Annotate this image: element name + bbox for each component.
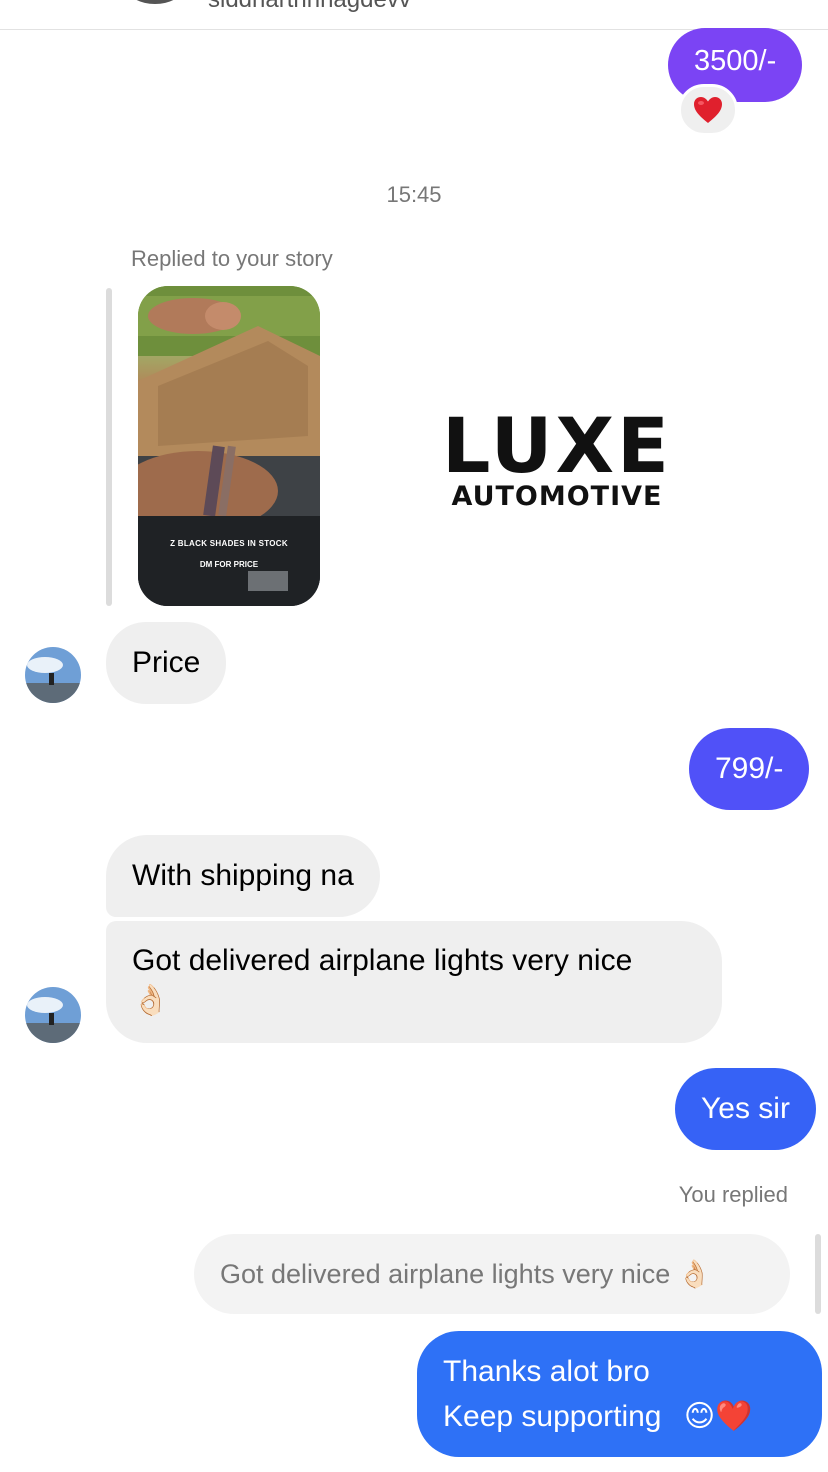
ok-hand-emoji: 👌🏻 (677, 1259, 712, 1289)
quoted-text: Got delivered airplane lights very nice (220, 1259, 671, 1289)
ok-hand-emoji: 👌🏻 (132, 984, 170, 1017)
quoted-reply-message[interactable]: Got delivered airplane lights very nice … (194, 1234, 790, 1314)
message-text: 799/- (715, 752, 784, 785)
sent-message-yes-sir[interactable]: Yes sir (675, 1068, 816, 1150)
message-text: Price (132, 646, 201, 679)
received-message-price[interactable]: Price (106, 622, 227, 704)
logo-sub-text: AUTOMOTIVE (451, 481, 663, 512)
replied-to-story-label: Replied to your story (131, 246, 333, 271)
story-reply-bar (106, 288, 112, 606)
story-thumbnail[interactable]: Z BLACK SHADES IN STOCK DM FOR PRICE (138, 286, 320, 606)
received-message-with-shipping[interactable]: With shipping na (106, 835, 380, 917)
sent-message-price-799[interactable]: 799/- (689, 728, 810, 810)
smile-heart-emoji: 😊❤️ (683, 1400, 753, 1433)
story-caption-line2: DM FOR PRICE (199, 560, 259, 569)
message-text-line1: Thanks alot bro (443, 1355, 650, 1388)
luxe-automotive-logo: LUXE AUTOMOTIVE (442, 408, 672, 512)
message-text: Got delivered airplane lights very nice (132, 944, 633, 977)
message-text: With shipping na (132, 859, 354, 892)
reply-bar (815, 1234, 821, 1314)
heart-icon (694, 97, 722, 123)
received-message-got-delivered[interactable]: Got delivered airplane lights very nice … (106, 921, 722, 1043)
message-text: Yes sir (701, 1092, 790, 1125)
story-caption-line1: Z BLACK SHADES IN STOCK (170, 539, 288, 548)
header-username[interactable]: siddharthhhagdevv (208, 0, 411, 14)
message-text: 3500/- (694, 45, 777, 77)
sender-avatar[interactable] (25, 987, 81, 1043)
sender-avatar[interactable] (25, 647, 81, 703)
heart-reaction[interactable] (678, 84, 738, 136)
header-avatar[interactable] (128, 0, 182, 4)
message-text-line2: Keep supporting (443, 1400, 662, 1433)
message-line2-row: Keep supporting 😊❤️ (443, 1395, 796, 1439)
story-image (138, 286, 320, 606)
avatar-photo (25, 647, 81, 703)
message-timestamp: 15:45 (386, 182, 442, 207)
sent-message-thanks[interactable]: Thanks alot bro Keep supporting 😊❤️ (417, 1331, 822, 1457)
you-replied-label: You replied (678, 1182, 788, 1207)
logo-main-text: LUXE (442, 401, 672, 490)
avatar-photo (25, 987, 81, 1043)
chat-header: siddharthhhagdevv (0, 0, 828, 30)
